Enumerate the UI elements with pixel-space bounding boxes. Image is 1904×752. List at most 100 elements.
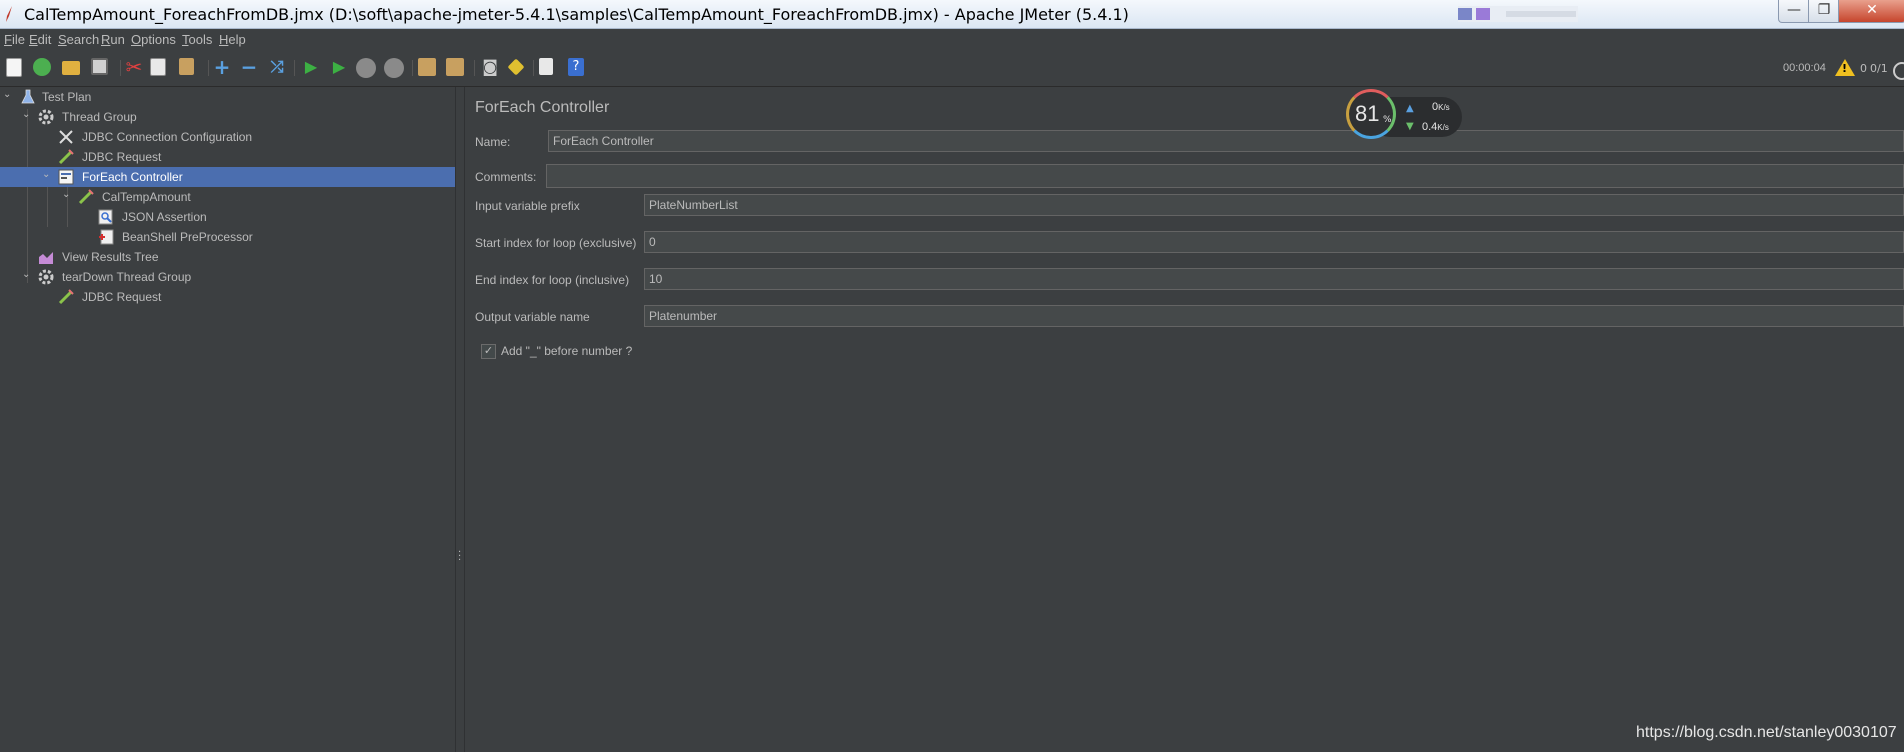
- toolbar-separator: [474, 60, 475, 76]
- end-index-label: End index for loop (inclusive): [475, 273, 630, 287]
- tree-node-label: JDBC Request: [82, 290, 162, 304]
- start-icon[interactable]: ▶: [301, 58, 321, 78]
- end-index-field[interactable]: 10: [644, 268, 1904, 290]
- minimize-button[interactable]: —: [1778, 0, 1810, 23]
- elapsed-time: 00:00:04: [1783, 62, 1826, 74]
- gear-icon: [38, 269, 54, 285]
- name-label: Name:: [475, 135, 511, 149]
- panel-title: ForEach Controller: [475, 99, 610, 116]
- start-index-field[interactable]: 0: [644, 231, 1904, 253]
- input-prefix-field[interactable]: PlateNumberList: [644, 194, 1904, 216]
- maximize-button[interactable]: ❐: [1808, 0, 1840, 23]
- chart-icon: [39, 252, 53, 264]
- collapse-toggle-icon[interactable]: ⌄: [22, 269, 30, 280]
- close-button[interactable]: ✕: [1838, 0, 1904, 23]
- flask-icon: [21, 89, 35, 104]
- wrench-icon: [59, 130, 73, 144]
- comments-field[interactable]: [546, 164, 1904, 188]
- tree-node-beanshell-preprocessor[interactable]: BeanShell PreProcessor: [0, 227, 455, 247]
- assertion-icon: [98, 209, 113, 225]
- reset-search-icon[interactable]: [507, 58, 527, 78]
- pipette-icon: [78, 189, 94, 205]
- menu-edit[interactable]: Edit: [29, 32, 51, 47]
- paste-icon[interactable]: [179, 58, 199, 78]
- tree-node-label: JDBC Connection Configuration: [82, 130, 253, 144]
- watermark: https://blog.csdn.net/stanley0030107: [1636, 724, 1897, 741]
- tray-app-icon: [1476, 8, 1490, 20]
- collapse-toggle-icon[interactable]: ⌄: [22, 109, 30, 120]
- title-bar: CalTempAmount_ForeachFromDB.jmx (D:\soft…: [0, 0, 1904, 29]
- open-icon[interactable]: [62, 58, 82, 78]
- output-variable-field[interactable]: Platenumber: [644, 305, 1904, 327]
- start-no-pause-icon[interactable]: ▶: [329, 58, 349, 78]
- tree-node-label: CalTempAmount: [102, 190, 191, 204]
- menu-bar: File Edit Search Run Options Tools Help: [0, 29, 1904, 50]
- system-tray: [1458, 6, 1578, 22]
- remote-status-icon: [1893, 62, 1904, 80]
- collapse-toggle-icon[interactable]: ⌄: [3, 89, 11, 100]
- menu-file[interactable]: File: [4, 32, 25, 47]
- splitter-grip-icon[interactable]: · · ·: [458, 548, 461, 566]
- toggle-icon[interactable]: ⤮: [267, 58, 287, 78]
- split-pane-divider[interactable]: · · ·: [455, 87, 465, 752]
- filter-icon: [1458, 8, 1472, 20]
- help-icon[interactable]: ?: [568, 58, 588, 78]
- function-helper-icon[interactable]: [539, 58, 559, 78]
- warning-mark: !: [1842, 62, 1848, 75]
- tree-node-teardown-thread-group[interactable]: ⌄ tearDown Thread Group: [0, 267, 455, 287]
- tree-node-caltempamount[interactable]: ⌄ CalTempAmount: [0, 187, 455, 207]
- tree-node-foreach-controller[interactable]: ⌄ ForEach Controller: [0, 167, 455, 187]
- output-variable-label: Output variable name: [475, 310, 590, 324]
- system-monitor-widget[interactable]: 81 % ▲ 0K/s ▼ 0.4K/s: [1346, 89, 1462, 145]
- save-icon[interactable]: [91, 58, 111, 78]
- upload-rate: 0K/s: [1432, 101, 1450, 113]
- tree-node-jdbc-request[interactable]: JDBC Request: [0, 147, 455, 167]
- tree-node-thread-group[interactable]: ⌄ Thread Group: [0, 107, 455, 127]
- cut-icon[interactable]: ✂: [124, 57, 144, 78]
- collapse-icon[interactable]: −: [239, 57, 259, 78]
- tree-node-jdbc-connection[interactable]: JDBC Connection Configuration: [0, 127, 455, 147]
- cpu-percent: 81: [1355, 101, 1380, 126]
- copy-icon[interactable]: [150, 58, 170, 78]
- add-underscore-label: Add "_" before number ?: [501, 344, 633, 358]
- tree-node-test-plan[interactable]: ⌄ Test Plan: [0, 87, 455, 107]
- toolbar-separator: [208, 60, 209, 76]
- pipette-icon: [58, 149, 74, 165]
- clear-all-icon[interactable]: [446, 58, 466, 78]
- search-icon[interactable]: ◙: [480, 58, 500, 78]
- menu-run[interactable]: Run: [101, 32, 125, 47]
- menu-help[interactable]: Help: [219, 32, 246, 47]
- shutdown-icon[interactable]: [384, 58, 404, 78]
- test-plan-tree: ⌄ Test Plan ⌄ Thread Group JDBC Connecti…: [0, 87, 455, 752]
- tree-node-label: JSON Assertion: [122, 210, 207, 224]
- menu-options[interactable]: Options: [131, 32, 176, 47]
- collapse-toggle-icon[interactable]: ⌄: [62, 189, 70, 200]
- error-count: 0: [1860, 62, 1867, 75]
- expand-icon[interactable]: +: [212, 57, 232, 78]
- toolbar-separator: [412, 60, 413, 76]
- download-rate: 0.4K/s: [1422, 121, 1449, 133]
- upload-arrow-icon: ▲: [1406, 103, 1414, 114]
- menu-search[interactable]: Search: [58, 32, 99, 47]
- stop-icon[interactable]: [356, 58, 376, 78]
- tree-node-view-results-tree[interactable]: View Results Tree: [0, 247, 455, 267]
- tree-node-jdbc-request-2[interactable]: JDBC Request: [0, 287, 455, 307]
- collapse-toggle-icon[interactable]: ⌄: [42, 169, 50, 180]
- tree-node-json-assertion[interactable]: JSON Assertion: [0, 207, 455, 227]
- clear-icon[interactable]: [418, 58, 438, 78]
- input-prefix-label: Input variable prefix: [475, 199, 580, 213]
- toolbar-separator: [120, 60, 121, 76]
- toolbar-separator: [533, 60, 534, 76]
- cpu-percent-sign: %: [1383, 115, 1392, 125]
- preprocessor-icon: [99, 229, 114, 245]
- name-field[interactable]: ForEach Controller: [548, 130, 1904, 152]
- tree-node-label: Thread Group: [62, 110, 137, 124]
- tree-node-label: JDBC Request: [82, 150, 162, 164]
- pipette-icon: [58, 289, 74, 305]
- templates-icon[interactable]: [33, 58, 53, 78]
- menu-tools[interactable]: Tools: [182, 32, 212, 47]
- add-underscore-checkbox[interactable]: ✓: [481, 344, 496, 359]
- new-icon[interactable]: [6, 58, 26, 78]
- controller-icon: [58, 169, 74, 185]
- tree-node-label: Test Plan: [42, 90, 92, 104]
